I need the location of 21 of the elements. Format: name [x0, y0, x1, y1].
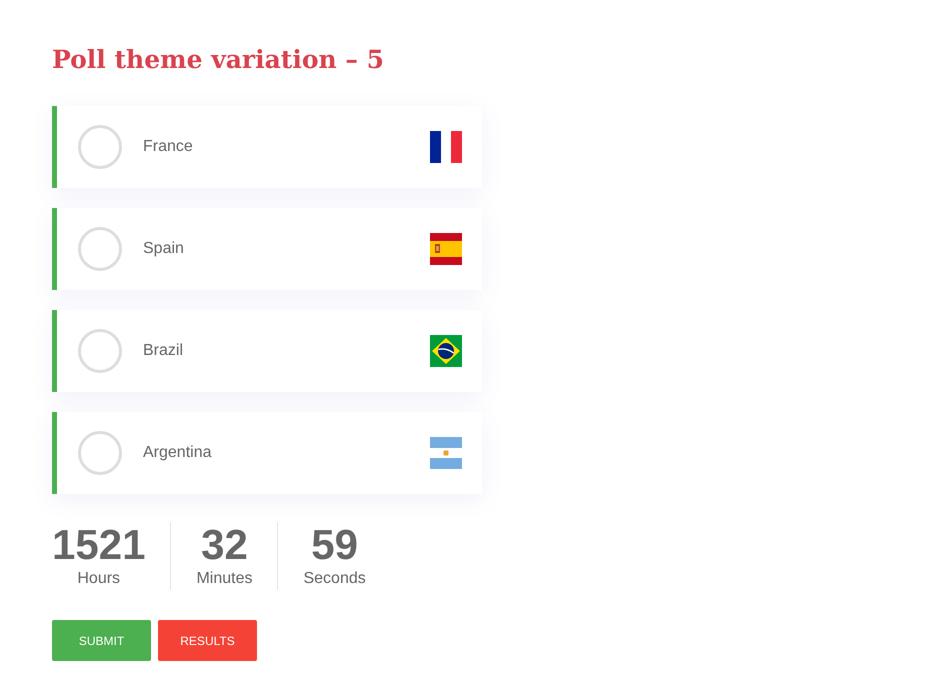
radio-button[interactable]	[78, 227, 122, 271]
countdown-number: 1521	[52, 522, 146, 568]
brazil-flag-icon	[430, 335, 462, 367]
spain-flag-icon	[430, 233, 462, 265]
radio-button[interactable]	[78, 329, 122, 373]
option-label: France	[143, 138, 194, 156]
france-flag-icon	[430, 131, 462, 163]
countdown-unit-label: Minutes	[196, 569, 252, 589]
countdown-number: 59	[311, 522, 358, 568]
option-label: Brazil	[143, 342, 184, 360]
countdown-number: 32	[201, 522, 248, 568]
radio-button[interactable]	[78, 431, 122, 475]
poll-title: Poll theme variation – 5	[52, 44, 385, 76]
results-button[interactable]: RESULTS	[158, 620, 257, 661]
submit-button[interactable]: SUBMIT	[52, 620, 151, 661]
option-label: Spain	[143, 240, 185, 258]
option-label: Argentina	[143, 444, 212, 462]
countdown-unit-label: Hours	[77, 569, 120, 589]
radio-button[interactable]	[78, 125, 122, 169]
argentina-flag-icon	[430, 437, 462, 469]
countdown-unit-label: Seconds	[303, 569, 366, 589]
